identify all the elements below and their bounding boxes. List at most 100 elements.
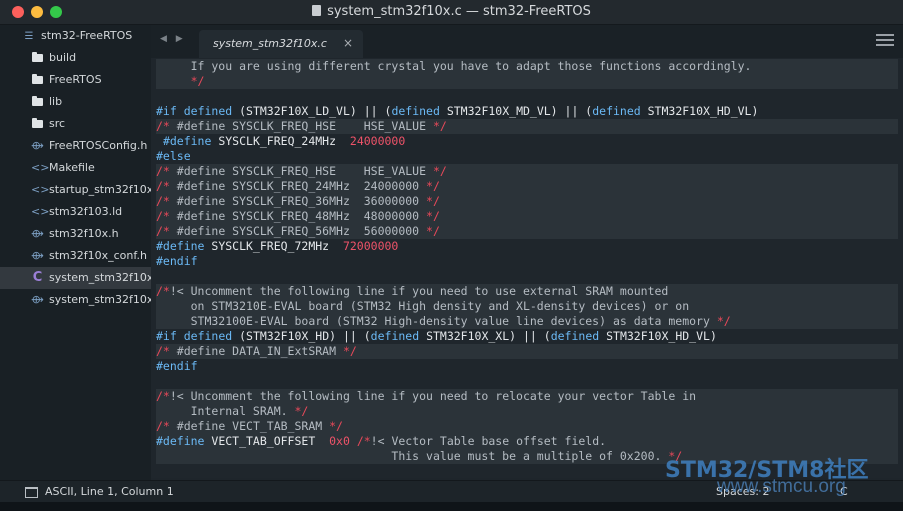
sidebar-item-stm32f103-ld[interactable]: <> stm32f103.ld (0, 201, 151, 223)
code-line[interactable]: /* #define SYSCLK_FREQ_HSE HSE_VALUE */ (156, 164, 898, 179)
code-token: */ (426, 209, 440, 223)
code-token: /* (156, 179, 170, 193)
code-token: Internal SRAM. (156, 404, 295, 418)
code-line[interactable]: #define VECT_TAB_OFFSET 0x0 /*!< Vector … (156, 434, 898, 449)
code-line[interactable]: /* #define VECT_TAB_SRAM */ (156, 419, 898, 434)
code-line[interactable]: /* #define SYSCLK_FREQ_HSE HSE_VALUE */ (156, 119, 898, 134)
code-token: #define DATA_IN_ExtSRAM (169, 344, 343, 358)
code-token: defined (391, 104, 440, 118)
code-token: !< Vector Table base offset field. (370, 434, 607, 448)
window-title-text: system_stm32f10x.c — stm32-FreeRTOS (327, 4, 591, 19)
sidebar-root-folder[interactable]: ☰ stm32-FreeRTOS (0, 25, 151, 47)
code-token: SYSCLK_FREQ_24MHz (211, 134, 350, 148)
sidebar-item-startup-stm32f10x[interactable]: <> startup_stm32f10x_ (0, 179, 151, 201)
sidebar-item-makefile[interactable]: <> Makefile (0, 157, 151, 179)
code-editor[interactable]: If you are using different crystal you h… (151, 58, 903, 478)
code-token: #endif (156, 359, 198, 373)
sidebar-item-label: startup_stm32f10x_ (49, 183, 151, 196)
sidebar-item-label: lib (49, 95, 63, 108)
code-line[interactable]: /*!< Uncomment the following line if you… (156, 389, 898, 404)
code-token: #define SYSCLK_FREQ_24MHz 24000000 (169, 179, 427, 193)
code-token: 0x0 (329, 434, 350, 448)
sidebar-item-freertosconfig-h[interactable]: ⟴ FreeRTOSConfig.h (0, 135, 151, 157)
code-token: */ (342, 344, 357, 358)
code-token: #define SYSCLK_FREQ_HSE HSE_VALUE (169, 119, 433, 133)
code-token: defined (592, 104, 641, 118)
code-token: #define SYSCLK_FREQ_HSE HSE_VALUE (169, 164, 433, 178)
code-token: #endif (156, 254, 198, 268)
code-token: defined (183, 104, 233, 118)
sidebar-root-label: stm32-FreeRTOS (41, 29, 133, 42)
editor-window: system_stm32f10x.c — stm32-FreeRTOS ☰ st… (0, 0, 903, 511)
hamburger-menu-icon[interactable] (876, 34, 894, 48)
tab-close-icon[interactable]: × (343, 36, 353, 50)
code-line[interactable]: #if defined (STM32F10X_LD_VL) || (define… (156, 104, 758, 119)
sidebar-item-src[interactable]: src (0, 113, 151, 135)
code-token: #define (156, 434, 205, 448)
panel-toggle-icon[interactable] (25, 487, 38, 498)
code-line[interactable]: #define SYSCLK_FREQ_24MHz 24000000 (156, 134, 405, 149)
code-token: This value must be a multiple of 0x200. (156, 449, 669, 463)
code-line[interactable]: /* #define SYSCLK_FREQ_24MHz 24000000 */ (156, 179, 898, 194)
status-syntax[interactable]: C (840, 485, 848, 498)
folder-icon (32, 118, 43, 128)
code-token: defined (370, 329, 420, 343)
code-token: If you are using different crystal you h… (156, 59, 752, 73)
status-indentation[interactable]: Spaces: 2 (716, 485, 769, 498)
folder-icon (32, 74, 43, 84)
code-token: */ (426, 224, 440, 238)
code-brackets-icon: <> (31, 183, 50, 196)
code-token: #if (156, 329, 177, 343)
code-line[interactable]: This value must be a multiple of 0x200. … (156, 449, 898, 464)
sidebar-item-label: build (49, 51, 77, 64)
code-token: /* (156, 284, 170, 298)
sidebar-item-stm32f10x-conf-h[interactable]: ⟴ stm32f10x_conf.h (0, 245, 151, 267)
code-line[interactable]: /* #define SYSCLK_FREQ_56MHz 56000000 */ (156, 224, 898, 239)
sidebar: ☰ stm32-FreeRTOS build FreeRTOS lib src ⟴ Fre… (0, 25, 151, 485)
code-line[interactable]: #define SYSCLK_FREQ_72MHz 72000000 (156, 239, 398, 254)
code-token: STM32100E-EVAL board (STM32 High-density… (156, 314, 717, 328)
sidebar-item-stm32f10x-h[interactable]: ⟴ stm32f10x.h (0, 223, 151, 245)
sidebar-item-freertos[interactable]: FreeRTOS (0, 69, 151, 91)
tab-bar: ◀ ▶ system_stm32f10x.c × (151, 25, 903, 58)
status-cursor-position[interactable]: ASCII, Line 1, Column 1 (45, 485, 174, 498)
code-line[interactable]: #else (156, 149, 191, 164)
code-token: STM32F10X_HD_VL) (599, 329, 717, 343)
sidebar-item-label: Makefile (49, 161, 95, 174)
code-token: (STM32F10X_LD_VL) || ( (232, 104, 392, 118)
code-token: VECT_TAB_OFFSET (204, 434, 330, 448)
code-line[interactable]: */ (156, 74, 898, 89)
window-bottom-edge (0, 502, 903, 511)
code-line[interactable]: STM32100E-EVAL board (STM32 High-density… (156, 314, 898, 329)
code-token: !< Uncomment the following line if you n… (169, 284, 669, 298)
code-token: 24000000 (349, 134, 406, 148)
code-token: STM32F10X_HD_VL) (640, 104, 759, 118)
folder-icon (32, 52, 43, 62)
code-line[interactable]: /* #define DATA_IN_ExtSRAM */ (156, 344, 898, 359)
code-line[interactable]: If you are using different crystal you h… (156, 59, 898, 74)
code-line[interactable]: /* #define SYSCLK_FREQ_36MHz 36000000 */ (156, 194, 898, 209)
sidebar-item-build[interactable]: build (0, 47, 151, 69)
code-token: #define VECT_TAB_SRAM (169, 419, 330, 433)
code-token: #define (156, 239, 205, 253)
status-bar: ASCII, Line 1, Column 1 Spaces: 2 C (0, 480, 903, 503)
code-line[interactable]: on STM3210E-EVAL board (STM32 High densi… (156, 299, 898, 314)
sidebar-item-lib[interactable]: lib (0, 91, 151, 113)
code-token: #define (162, 134, 212, 148)
code-token: defined (183, 329, 233, 343)
code-line[interactable]: /* #define SYSCLK_FREQ_48MHz 48000000 */ (156, 209, 898, 224)
c-source-icon: C (32, 270, 43, 285)
code-line[interactable]: #endif (156, 254, 198, 269)
code-line[interactable]: Internal SRAM. */ (156, 404, 898, 419)
code-token: */ (432, 164, 447, 178)
sidebar-item-system-stm32f10x-h[interactable]: ⟴ system_stm32f10x.h (0, 289, 151, 311)
tab-nav-arrows[interactable]: ◀ ▶ (160, 34, 186, 44)
code-line[interactable]: #if defined (STM32F10X_HD) || (defined S… (156, 329, 717, 344)
code-token: /* (156, 389, 170, 403)
code-line[interactable]: #endif (156, 359, 198, 374)
tab-system-stm32f10x-c[interactable]: system_stm32f10x.c × (199, 30, 363, 58)
code-line[interactable]: /*!< Uncomment the following line if you… (156, 284, 898, 299)
code-token: #define SYSCLK_FREQ_36MHz 36000000 (169, 194, 427, 208)
sidebar-item-system-stm32f10x-c[interactable]: Csystem_stm32f10x.c (0, 267, 151, 289)
